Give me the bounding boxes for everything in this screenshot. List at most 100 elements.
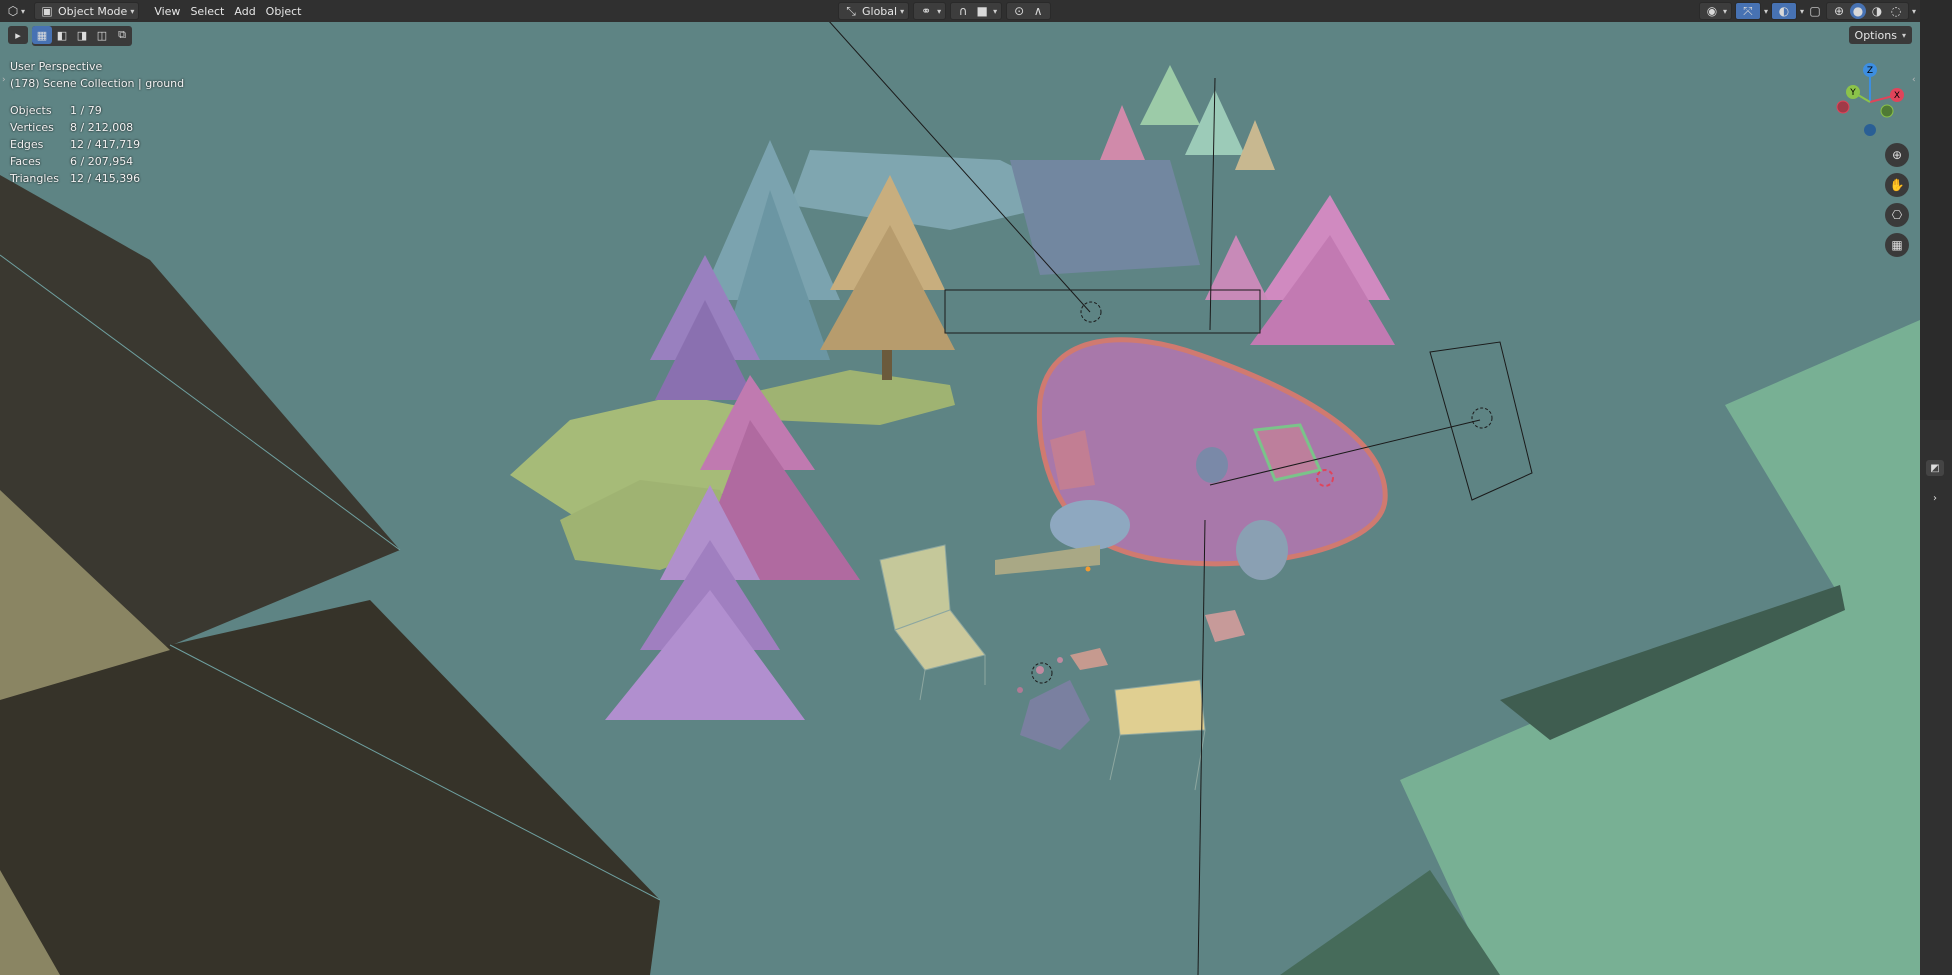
tree-pink-right [1250, 195, 1395, 345]
object-mode-icon: ▣ [41, 4, 53, 18]
stat-row-faces: Faces 6 / 207,954 [10, 153, 184, 170]
chevron-down-icon: ▾ [130, 6, 135, 16]
chevron-down-icon[interactable]: ▾ [1912, 7, 1916, 16]
stat-row-triangles: Triangles 12 / 415,396 [10, 170, 184, 187]
chevron-down-icon: ▾ [1722, 6, 1727, 16]
gizmo-x-label: X [1894, 91, 1900, 101]
camera-view-button[interactable]: ⎔ [1885, 203, 1909, 227]
stat-label: Triangles [10, 172, 59, 185]
grid-icon: ▦ [1891, 238, 1903, 252]
editor-type-icon: ⬡ [7, 4, 19, 18]
chevron-down-icon[interactable]: ▾ [1800, 7, 1804, 16]
orientation-icon: ⤡ [846, 3, 856, 18]
zoom-button[interactable]: ⊕ [1885, 143, 1909, 167]
xray-icon[interactable]: ▢ [1807, 3, 1823, 19]
pan-button[interactable]: ✋ [1885, 173, 1909, 197]
chair-right [1109, 679, 1206, 791]
chevron-down-icon: ▾ [21, 6, 26, 16]
gizmo-neg-z[interactable] [1864, 124, 1876, 136]
menu-select[interactable]: Select [185, 2, 229, 20]
campfire [1017, 657, 1090, 750]
camera-line [1197, 519, 1206, 975]
gizmo-toggle[interactable]: ⤧ [1734, 2, 1761, 20]
pivot-icon: ⚭ [921, 4, 932, 18]
snap-target-icon: ■ [976, 4, 988, 18]
light-gizmo-2 [1471, 407, 1493, 429]
select-intersect-icon[interactable]: ⧉ [112, 26, 132, 44]
proportional-edit-icon: ⊙ [1014, 4, 1025, 18]
zoom-icon: ⊕ [1891, 148, 1903, 162]
material-icon[interactable]: ◑ [1869, 3, 1885, 19]
menu-add[interactable]: Add [229, 2, 260, 20]
stat-value: 1 / 79 [70, 104, 102, 117]
solid-icon[interactable]: ● [1849, 3, 1866, 19]
overlay-toggle[interactable]: ◐ [1770, 2, 1797, 20]
proportional-edit[interactable]: ⊙ ∧ [1006, 2, 1052, 20]
overlay-icon: ◐ [1778, 4, 1790, 18]
gizmo-neg-x[interactable] [1836, 100, 1850, 114]
shading-modes: ⊕ ● ◑ ◌ [1825, 2, 1909, 20]
falloff-icon: ∧ [1033, 4, 1043, 18]
rock-2 [1070, 648, 1108, 670]
viewport-header: ⬡ ▾ ▣ Object Mode ▾ View Select Add Objec… [0, 0, 1920, 22]
stat-label: Edges [10, 138, 44, 151]
magnet-icon: ∩ [958, 4, 968, 18]
tree-bg-pink [1100, 105, 1145, 160]
eye-icon: ◉ [1706, 4, 1718, 18]
stat-value: 8 / 212,008 [70, 121, 134, 134]
camera-frame [1429, 341, 1533, 501]
select-box-icon[interactable]: ▸ [8, 26, 28, 44]
stat-value: 6 / 207,954 [70, 155, 134, 168]
tent [1010, 160, 1200, 275]
3d-viewport[interactable]: ⬡ ▾ ▣ Object Mode ▾ View Select Add Objec… [0, 0, 1920, 975]
hand-icon: ✋ [1889, 178, 1905, 192]
mode-label: Object Mode [58, 4, 128, 18]
chair-left [879, 544, 986, 701]
tool-settings-row: ▸ ▦ ◧ ◨ ◫ ⧉ [8, 26, 132, 46]
chevron-down-icon: ▾ [993, 6, 998, 16]
editor-type-button[interactable]: ⬡ ▾ [0, 2, 30, 20]
gizmo-neg-y[interactable] [1880, 104, 1894, 118]
stat-label: Objects [10, 104, 52, 117]
origin-dot [1085, 566, 1091, 572]
rendered-icon[interactable]: ◌ [1888, 3, 1904, 19]
stat-value: 12 / 415,396 [70, 172, 141, 185]
select-invert-icon[interactable]: ◫ [92, 26, 112, 44]
menu-object[interactable]: Object [261, 2, 307, 20]
select-extend-icon[interactable]: ◧ [52, 26, 72, 44]
sidebar-toggle-icon[interactable]: ‹ [1912, 75, 1916, 85]
menu-view[interactable]: View [149, 2, 185, 20]
options-button[interactable]: Options ▾ [1848, 26, 1912, 44]
chevron-down-icon: ▾ [937, 6, 942, 16]
stat-label: Vertices [10, 121, 54, 134]
select-subtract-icon[interactable]: ◨ [72, 26, 92, 44]
gizmo-y-label: Y [1849, 88, 1856, 98]
right-side-panel: ◩ › [1920, 420, 1952, 975]
pivot-selector[interactable]: ⚭ ▾ [913, 2, 947, 20]
wireframe-icon[interactable]: ⊕ [1831, 3, 1847, 19]
transform-controls: ⤡ Global ▾ ⚭ ▾ ∩ ■ ▾ ⊙ ∧ [838, 2, 1052, 20]
trailer [995, 337, 1388, 580]
stat-value: 12 / 417,719 [70, 138, 141, 151]
expand-icon[interactable]: › [1926, 490, 1944, 506]
orientation-selector[interactable]: ⤡ Global ▾ [838, 2, 910, 20]
stat-row-objects: Objects 1 / 79 [10, 102, 184, 119]
panel-icon[interactable]: ◩ [1926, 460, 1944, 476]
gizmo-icon: ⤧ [1743, 3, 1753, 18]
perspective-toggle-button[interactable]: ▦ [1885, 233, 1909, 257]
viewport-info-overlay: User Perspective (178) Scene Collection … [10, 58, 184, 187]
select-new-icon[interactable]: ▦ [32, 26, 52, 44]
chevron-down-icon[interactable]: ▾ [1764, 7, 1768, 16]
visibility-selector[interactable]: ◉ ▾ [1698, 2, 1732, 20]
navigation-gizmo[interactable]: Z X Y [1835, 62, 1905, 142]
rock [1205, 610, 1245, 642]
view-name: User Perspective [10, 60, 103, 73]
collection-info: (178) Scene Collection | ground [10, 77, 185, 90]
scene-render[interactable] [0, 0, 1920, 975]
snap-selector[interactable]: ∩ ■ ▾ [950, 2, 1003, 20]
viewport-display-controls: ◉ ▾ ⤧ ▾ ◐ ▾ ▢ ⊕ ● ◑ ◌ ▾ [1698, 2, 1916, 20]
stat-row-edges: Edges 12 / 417,719 [10, 136, 184, 153]
mode-selector[interactable]: ▣ Object Mode ▾ [34, 2, 140, 20]
toolbar-toggle-icon[interactable]: › [2, 75, 6, 85]
options-label: Options [1854, 28, 1897, 42]
